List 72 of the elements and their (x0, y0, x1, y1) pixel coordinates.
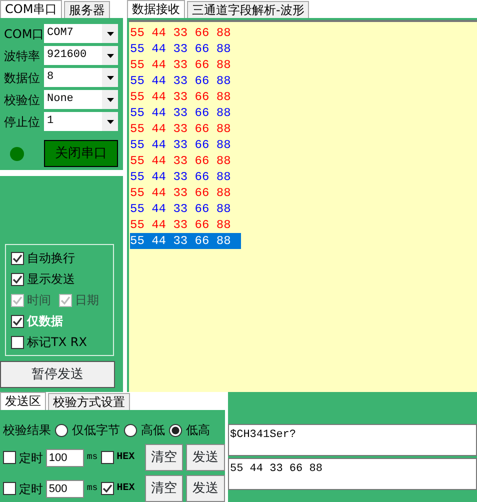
dropdown[interactable]: 921600 (44, 46, 118, 65)
field-label: 数据位 (4, 70, 41, 86)
checkbox[interactable] (3, 451, 16, 464)
receive-area[interactable] (129, 20, 477, 392)
data-line: 55 44 33 66 88 (130, 73, 231, 89)
radio-label: 高低 (141, 422, 165, 439)
timer-label: 定时 (18, 450, 43, 466)
data-line: 55 44 33 66 88 (130, 185, 231, 201)
checksum-label: 校验结果 (3, 422, 51, 439)
radio-label: 低高 (186, 422, 210, 439)
data-line: 55 44 33 66 88 (130, 41, 231, 57)
data-line: 55 44 33 66 88 (130, 105, 231, 121)
timer-label: 定时 (18, 480, 43, 498)
send-text-area[interactable]: $CH341Ser? (228, 424, 477, 456)
tab[interactable]: COM串口 (0, 0, 62, 18)
data-line: 55 44 33 66 88 (130, 57, 231, 73)
radio-label: 仅低字节 (72, 422, 120, 439)
data-line: 55 44 33 66 88 (130, 137, 231, 153)
checkbox[interactable] (3, 482, 16, 495)
checkbox-label: 日期 (75, 292, 99, 309)
data-line: 55 44 33 66 88 (130, 153, 231, 169)
caret-icon (102, 112, 118, 131)
send-button[interactable]: 发送 (186, 475, 225, 502)
field-label: COM口 (4, 26, 44, 42)
data-line: 55 44 33 66 88 (130, 217, 231, 233)
field-label: 校验位 (4, 92, 41, 108)
tab[interactable]: 服务器 (64, 1, 110, 18)
data-line: 55 44 33 66 88 (130, 201, 231, 217)
caret-icon (102, 68, 118, 87)
radio-button[interactable] (55, 424, 68, 436)
radio-button[interactable] (124, 424, 137, 436)
clear-button[interactable]: 清空 (144, 444, 184, 471)
pause-send-button[interactable]: 暂停发送 (0, 361, 115, 388)
checkbox[interactable] (11, 252, 24, 264)
interval-field[interactable]: 100 (46, 448, 84, 466)
dropdown[interactable]: 1 (44, 112, 118, 131)
interval-field[interactable]: 500 (46, 480, 84, 498)
data-line: 55 44 33 66 88 (130, 89, 231, 105)
checkbox-label: 显示发送 (27, 271, 75, 288)
checkbox[interactable] (100, 482, 114, 495)
caret-icon (102, 24, 118, 43)
data-line: 55 44 33 66 88 (130, 25, 231, 41)
checkbox-label: 标记TX RX (27, 334, 87, 351)
field-label: 停止位 (4, 114, 41, 130)
dropdown[interactable]: None (44, 90, 118, 109)
dropdown[interactable]: COM7 (44, 24, 118, 43)
caret-icon (102, 90, 118, 109)
caret-icon (102, 46, 118, 65)
tab[interactable]: 数据接收 (127, 0, 185, 18)
radio-button[interactable] (169, 424, 182, 436)
checkbox-label: 时间 (27, 292, 51, 309)
checkbox[interactable] (11, 336, 24, 348)
clear-button[interactable]: 清空 (144, 475, 184, 502)
send-button[interactable]: 发送 (186, 444, 225, 471)
checkbox-label: 自动换行 (27, 250, 75, 267)
dropdown[interactable]: 8 (44, 68, 118, 87)
checkbox-label: 仅数据 (27, 313, 63, 330)
hex-label: HEX (116, 482, 135, 496)
data-line: 55 44 33 66 88 (130, 169, 231, 185)
tab[interactable]: 发送区 (0, 392, 46, 410)
hex-label: HEX (116, 451, 135, 465)
send-text-area[interactable]: 55 44 33 66 88 (228, 458, 477, 490)
checkbox[interactable] (11, 314, 24, 328)
checkbox[interactable] (11, 272, 24, 286)
tab[interactable]: 校验方式设置 (48, 393, 130, 410)
unit-label: ms (86, 450, 98, 464)
field-label: 波特率 (4, 48, 41, 64)
tab[interactable]: 三通道字段解析-波形 (187, 1, 310, 18)
unit-label: ms (86, 482, 98, 495)
checkbox[interactable] (100, 451, 114, 464)
data-line: 55 44 33 66 88 (130, 121, 231, 137)
close-port-button[interactable]: 关闭串口 (44, 140, 118, 167)
